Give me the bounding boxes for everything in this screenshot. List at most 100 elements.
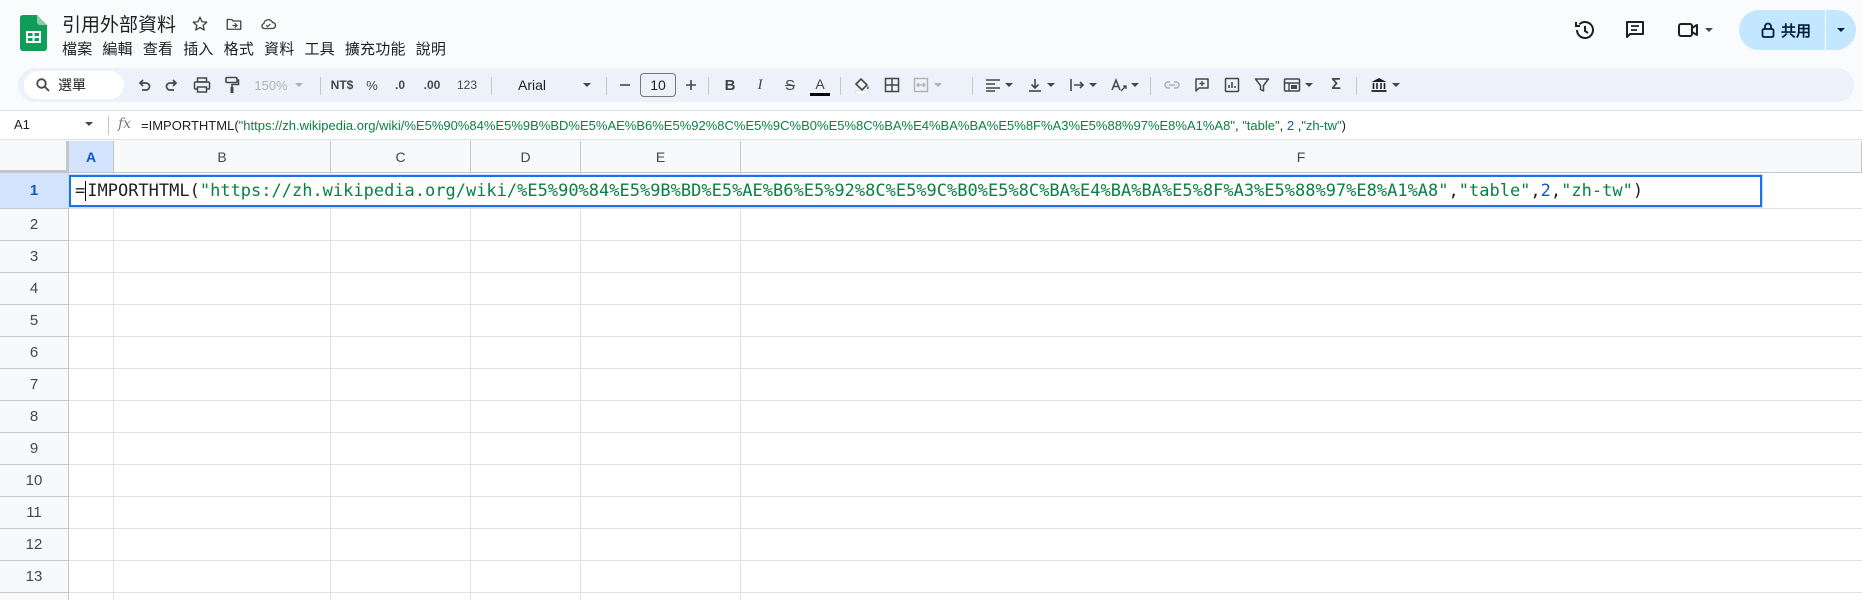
chevron-down-icon (1131, 83, 1139, 87)
create-filter-button[interactable] (1248, 68, 1276, 102)
increase-font-size-button[interactable] (680, 68, 702, 102)
column-header-d[interactable]: D (471, 141, 581, 173)
move-folder-icon[interactable] (222, 12, 246, 36)
decrease-font-size-button[interactable] (614, 68, 636, 102)
chevron-down-icon[interactable] (84, 119, 94, 129)
horizontal-align-button[interactable] (980, 68, 1018, 102)
title-icons (188, 12, 280, 36)
grid-line (69, 464, 1862, 465)
formula-function: =IMPORTHTML (141, 118, 235, 133)
percent-format-button[interactable]: % (360, 68, 384, 102)
row-header-13[interactable]: 13 (0, 561, 69, 593)
menu-insert[interactable]: 插入 (183, 38, 221, 59)
row-header-2[interactable]: 2 (0, 209, 69, 241)
fill-color-button[interactable] (848, 68, 876, 102)
sheets-logo-icon[interactable] (20, 15, 47, 51)
document-title[interactable]: 引用外部資料 (62, 10, 176, 37)
increase-decimal-button[interactable]: .00 (414, 68, 450, 102)
grid-line (69, 592, 1862, 593)
spreadsheet-grid[interactable]: A B C D E F 1 2 3 4 5 6 7 8 9 10 11 12 1… (0, 141, 1862, 600)
insert-chart-button[interactable] (1218, 68, 1246, 102)
row-header-6[interactable]: 6 (0, 337, 69, 369)
currency-format-button[interactable]: NT$ (326, 68, 358, 102)
cloud-saved-icon[interactable] (256, 12, 280, 36)
row-header-3[interactable]: 3 (0, 241, 69, 273)
align-bottom-icon (1028, 79, 1041, 92)
vertical-align-button[interactable] (1022, 68, 1060, 102)
comments-button[interactable] (1615, 10, 1655, 50)
version-history-button[interactable] (1565, 10, 1605, 50)
number-format-button[interactable]: 123 (450, 68, 484, 102)
column-header-f[interactable]: F (741, 141, 1862, 173)
share-main[interactable]: 共用 (1739, 10, 1825, 50)
menu-help[interactable]: 說明 (416, 38, 454, 59)
italic-button[interactable]: I (746, 68, 774, 102)
row-header-10[interactable]: 10 (0, 465, 69, 497)
bold-button[interactable]: B (716, 68, 744, 102)
toolbar-divider (972, 77, 973, 95)
formula-bar: A1 fx =IMPORTHTML("https://zh.wikipedia.… (0, 110, 1862, 140)
column-header-c[interactable]: C (331, 141, 471, 173)
text-wrapping-button[interactable] (1064, 68, 1102, 102)
star-icon[interactable] (188, 12, 212, 36)
undo-button[interactable] (130, 68, 158, 102)
row-header-1[interactable]: 1 (0, 173, 69, 209)
paint-format-button[interactable] (218, 68, 246, 102)
printer-icon (193, 77, 211, 93)
menu-file[interactable]: 檔案 (62, 38, 100, 59)
share-button[interactable]: 共用 (1739, 10, 1856, 50)
redo-button[interactable] (158, 68, 186, 102)
insert-comment-button[interactable] (1188, 68, 1216, 102)
toolbar-divider (606, 77, 607, 95)
input-tools-button[interactable] (1364, 68, 1406, 102)
functions-button[interactable]: Σ (1322, 68, 1350, 102)
zoom-select[interactable]: 150% (250, 68, 308, 102)
menu-view[interactable]: 查看 (143, 38, 181, 59)
row-header-7[interactable]: 7 (0, 369, 69, 401)
menu-format[interactable]: 格式 (224, 38, 262, 59)
minus-icon (620, 84, 630, 86)
link-icon (1164, 81, 1180, 89)
chevron-down-icon (1304, 83, 1313, 87)
decrease-decimal-button[interactable]: .0 (386, 68, 414, 102)
menu-search-label: 選單 (58, 77, 86, 93)
column-header-b[interactable]: B (114, 141, 331, 173)
menu-tools[interactable]: 工具 (304, 38, 342, 59)
app-header: 引用外部資料 檔案 編輯 查看 插入 格式 資料 工具 擴充功能 說明 共用 (0, 0, 1862, 66)
strikethrough-button[interactable]: S (776, 68, 804, 102)
row-header-9[interactable]: 9 (0, 433, 69, 465)
menu-edit[interactable]: 編輯 (102, 38, 140, 59)
column-header-a[interactable]: A (69, 141, 114, 173)
font-size-input[interactable]: 10 (640, 73, 676, 97)
name-box[interactable]: A1 (14, 117, 30, 132)
grid-line (69, 272, 1862, 273)
insert-link-button[interactable] (1158, 68, 1186, 102)
grid-line (69, 560, 1862, 561)
formula-separator: , (1279, 118, 1287, 133)
row-header-4[interactable]: 4 (0, 273, 69, 305)
row-header-11[interactable]: 11 (0, 497, 69, 529)
menu-extensions[interactable]: 擴充功能 (345, 38, 414, 59)
row-header-8[interactable]: 8 (0, 401, 69, 433)
filter-views-button[interactable] (1278, 68, 1318, 102)
font-select[interactable]: Arial (518, 68, 618, 102)
text-color-button[interactable]: A (806, 68, 834, 102)
grid-line (69, 400, 1862, 401)
meet-button[interactable] (1670, 10, 1720, 50)
row-header-5[interactable]: 5 (0, 305, 69, 337)
row-header-12[interactable]: 12 (0, 529, 69, 561)
share-dropdown[interactable] (1826, 25, 1856, 35)
menu-search[interactable]: 選單 (24, 71, 124, 99)
align-left-icon (985, 79, 1000, 92)
menu-data[interactable]: 資料 (264, 38, 302, 59)
formula-input[interactable]: =IMPORTHTML("https://zh.wikipedia.org/wi… (141, 118, 1346, 133)
borders-button[interactable] (878, 68, 906, 102)
chevron-down-icon (1391, 83, 1400, 87)
select-all-corner[interactable] (0, 141, 69, 173)
merge-cells-button[interactable] (908, 68, 948, 102)
cell-editor-url-arg: "https://zh.wikipedia.org/wiki/%E5%90%84… (199, 181, 1449, 201)
print-button[interactable] (188, 68, 216, 102)
column-header-e[interactable]: E (581, 141, 741, 173)
text-rotation-button[interactable] (1106, 68, 1144, 102)
cell-editor-a1[interactable]: = IMPORTHTML("https://zh.wikipedia.org/wi… (69, 175, 1762, 207)
